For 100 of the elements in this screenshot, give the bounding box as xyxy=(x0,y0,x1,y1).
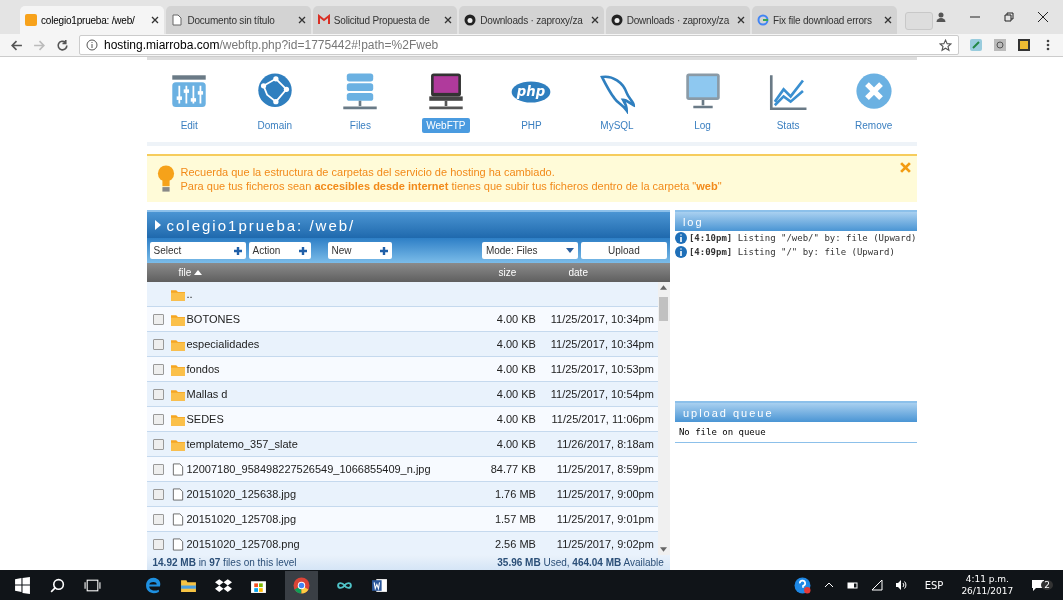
battery-icon[interactable] xyxy=(846,579,859,591)
close-icon[interactable] xyxy=(883,16,892,24)
nav-item[interactable]: Files xyxy=(325,69,396,133)
language-indicator[interactable]: ESP xyxy=(924,579,944,591)
file-row[interactable]: especialidades 4.00 KB 11/25/2017, 10:34pm xyxy=(146,332,658,357)
info-icon xyxy=(674,232,687,244)
nav-item[interactable]: Stats xyxy=(753,69,824,133)
file-name: 20151020_125708.png xyxy=(186,538,301,550)
file-icon xyxy=(170,462,185,476)
notification-button[interactable]: 2 xyxy=(1031,579,1053,591)
file-name: fondos xyxy=(186,363,221,375)
info-icon xyxy=(674,246,687,258)
row-checkbox[interactable] xyxy=(153,388,164,400)
browser-tab[interactable]: Fix file download errors xyxy=(752,6,897,34)
extension-icon[interactable] xyxy=(1017,38,1031,52)
search-icon[interactable] xyxy=(49,576,66,594)
browser-tab[interactable]: colegio1prueba: /web/ xyxy=(20,6,165,34)
nav-item[interactable]: Domain xyxy=(239,69,310,133)
close-icon[interactable] xyxy=(590,16,599,24)
panel-title: colegio1prueba: /web/ xyxy=(166,216,356,234)
taskbar-button[interactable] xyxy=(285,570,318,600)
nav-item[interactable]: php PHP xyxy=(496,69,567,133)
mode-dropdown[interactable]: Mode: Files xyxy=(481,242,578,259)
row-checkbox[interactable] xyxy=(153,413,164,425)
row-checkbox[interactable] xyxy=(153,363,164,375)
edge-icon[interactable] xyxy=(145,576,162,594)
scroll-thumb[interactable] xyxy=(659,297,669,321)
address-field[interactable]: hosting.miarroba.com/webftp.php?id=1775442#!path=%2Fweb xyxy=(79,35,959,55)
profile-icon[interactable] xyxy=(935,11,948,23)
file-size: 4.00 KB xyxy=(495,438,536,450)
reload-icon[interactable] xyxy=(56,38,69,52)
file-name: BOTONES xyxy=(186,313,242,325)
star-icon[interactable] xyxy=(939,38,952,52)
close-icon[interactable] xyxy=(444,16,453,24)
size-column-header[interactable]: size xyxy=(498,267,569,278)
close-icon[interactable] xyxy=(737,16,746,24)
file-row[interactable]: fondos 4.00 KB 11/25/2017, 10:53pm xyxy=(146,357,658,382)
close-icon[interactable] xyxy=(297,16,306,24)
file-icon xyxy=(170,512,185,526)
file-size: 1.76 MB xyxy=(493,488,536,500)
nav-item[interactable]: MySQL xyxy=(582,69,652,133)
browser-tab[interactable]: Documento sin título xyxy=(166,6,311,34)
extension-icon[interactable] xyxy=(993,38,1007,52)
dropbox-icon[interactable] xyxy=(215,576,232,594)
nav-label: Log xyxy=(693,118,712,133)
nav-item[interactable]: Edit xyxy=(154,69,225,133)
new-dropdown[interactable]: New xyxy=(327,242,392,259)
close-icon[interactable] xyxy=(151,16,160,24)
volume-icon[interactable] xyxy=(894,579,907,591)
scroll-down-icon[interactable] xyxy=(660,547,668,552)
back-icon[interactable] xyxy=(10,38,23,52)
mail-icon xyxy=(317,14,330,26)
file-size: 4.00 KB xyxy=(495,413,536,425)
row-checkbox[interactable] xyxy=(153,513,164,525)
row-checkbox[interactable] xyxy=(153,438,164,450)
file-name: 20151020_125708.jpg xyxy=(186,513,297,525)
row-checkbox[interactable] xyxy=(153,488,164,500)
date-column-header[interactable]: date xyxy=(568,267,588,278)
file-row[interactable]: Mallas d 4.00 KB 11/25/2017, 10:54pm xyxy=(146,382,658,407)
file-name: SEDES xyxy=(186,413,225,425)
nav-label: Stats xyxy=(775,118,801,133)
log-entry: [4:10pm] Listing "/web/" by: file (Upward) xyxy=(688,233,917,243)
clock[interactable]: 4:11 p.m. 26/11/2017 xyxy=(961,573,1014,597)
file-size: 4.00 KB xyxy=(495,363,536,375)
file-row[interactable]: templatemo_357_slate 4.00 KB 11/26/2017, 8:18am xyxy=(146,432,658,457)
restore-icon[interactable] xyxy=(1003,11,1016,23)
file-column-header[interactable]: file xyxy=(178,267,192,278)
file-name: templatemo_357_slate xyxy=(186,438,299,450)
file-row[interactable]: SEDES 4.00 KB 11/25/2017, 11:06pm xyxy=(146,407,658,432)
nav-item[interactable]: Log xyxy=(667,69,738,133)
log-title: log xyxy=(682,215,704,228)
help-icon[interactable] xyxy=(793,576,811,594)
nav-item[interactable]: Remove xyxy=(838,69,909,133)
sort-up-icon[interactable] xyxy=(194,270,203,275)
row-checkbox[interactable] xyxy=(153,538,164,550)
browser-tab[interactable]: Downloads · zaproxy/za xyxy=(459,6,604,34)
plus-icon xyxy=(298,246,307,255)
upload-button[interactable]: Upload xyxy=(580,242,667,259)
file-date: 11/25/2017, 9:02pm xyxy=(555,538,654,550)
folder-icon xyxy=(170,312,185,326)
browser-tab[interactable]: Solicitud Propuesta de xyxy=(312,6,458,34)
close-icon[interactable] xyxy=(1037,11,1050,23)
folder-icon xyxy=(170,412,185,426)
file-row[interactable]: 20151020_125708.png 2.56 MB 11/25/2017, 9:02pm xyxy=(146,532,658,555)
select-dropdown[interactable]: Select xyxy=(149,242,246,259)
action-dropdown[interactable]: Action xyxy=(248,242,311,259)
expand-icon[interactable] xyxy=(154,220,161,230)
file-row[interactable]: 20151020_125638.jpg 1.76 MB 11/25/2017, 9:00pm xyxy=(146,482,658,507)
file-row[interactable]: 20151020_125708.jpg 1.57 MB 11/25/2017, 9:01pm xyxy=(146,507,658,532)
row-checkbox[interactable] xyxy=(153,338,164,350)
word-icon[interactable] xyxy=(371,576,388,594)
row-checkbox[interactable] xyxy=(153,463,164,475)
file-row[interactable]: 12007180_958498227526549_1066855409_n.jpg 84.77 KB 11/25/2017, 8:59pm xyxy=(146,457,658,482)
windows-icon[interactable] xyxy=(14,576,31,594)
row-checkbox[interactable] xyxy=(153,313,164,325)
browser-tab[interactable]: Downloads · zaproxy/za xyxy=(605,6,751,34)
scroll-up-icon[interactable] xyxy=(660,285,668,290)
file-date: 11/25/2017, 10:54pm xyxy=(549,388,654,400)
file-row[interactable]: .. xyxy=(146,282,658,307)
file-row[interactable]: BOTONES 4.00 KB 11/25/2017, 10:34pm xyxy=(146,307,658,332)
